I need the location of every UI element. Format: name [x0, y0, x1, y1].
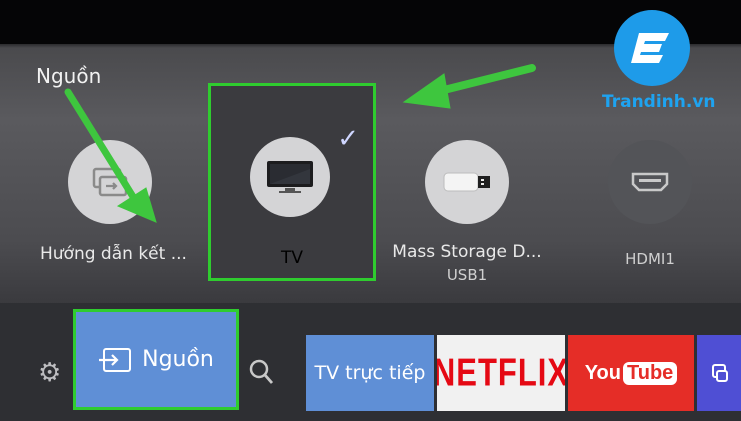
arrow-head-2: [402, 73, 451, 109]
arrow-to-connection-guide: [64, 88, 144, 212]
tv-source-screen: Nguồn Hướng dẫn kết ... ✓ TV Mass Storag…: [0, 0, 741, 421]
annotation-arrows: [64, 64, 536, 223]
arrow-to-tv: [432, 64, 536, 96]
arrow-head-1: [116, 187, 157, 223]
